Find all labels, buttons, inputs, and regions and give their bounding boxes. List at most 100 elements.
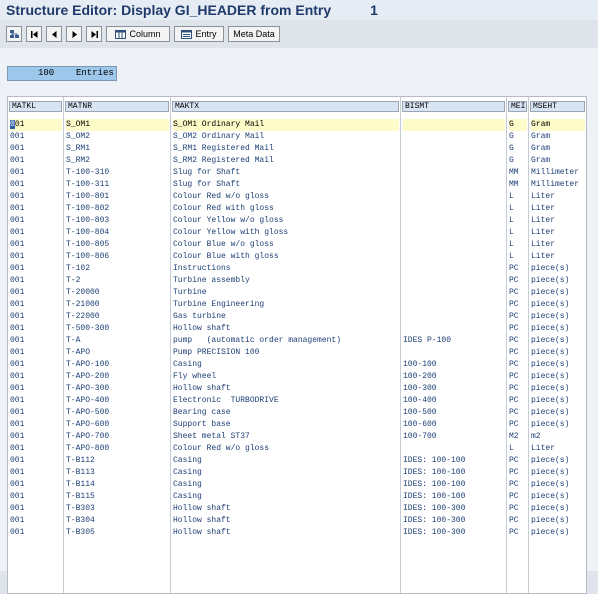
- cell-mei[interactable]: PC: [509, 467, 527, 479]
- cell-mseht[interactable]: Millimeter: [531, 179, 585, 191]
- cell-matnr[interactable]: T-APO-300: [66, 383, 169, 395]
- cell-matnr[interactable]: T-500-300: [66, 323, 169, 335]
- cell-mei[interactable]: PC: [509, 263, 527, 275]
- cell-mei[interactable]: PC: [509, 335, 527, 347]
- cell-maktx[interactable]: Colour Red w/o gloss: [173, 443, 399, 455]
- cell-matkl[interactable]: 001: [10, 119, 62, 131]
- cell-mei[interactable]: L: [509, 215, 527, 227]
- cell-bismt[interactable]: [403, 443, 505, 455]
- cell-mseht[interactable]: piece(s): [531, 287, 585, 299]
- cell-maktx[interactable]: Gas turbine: [173, 311, 399, 323]
- previous-entry-button[interactable]: [46, 26, 62, 42]
- cell-matkl[interactable]: 001: [10, 275, 62, 287]
- cell-bismt[interactable]: [403, 347, 505, 359]
- entry-button[interactable]: Entry: [174, 26, 224, 42]
- cell-matnr[interactable]: T-APO-700: [66, 431, 169, 443]
- cell-matkl[interactable]: 001: [10, 335, 62, 347]
- cell-matnr[interactable]: T-22000: [66, 311, 169, 323]
- cell-mei[interactable]: PC: [509, 371, 527, 383]
- table-row[interactable]: 001 T-APO-800 Colour Red w/o gloss L Liter: [8, 443, 586, 455]
- cell-mei[interactable]: PC: [509, 395, 527, 407]
- cell-maktx[interactable]: S_OM1 Ordinary Mail: [173, 119, 399, 131]
- cell-mseht[interactable]: piece(s): [531, 455, 585, 467]
- cell-bismt[interactable]: IDES P-100: [403, 335, 505, 347]
- cell-bismt[interactable]: [403, 275, 505, 287]
- cell-bismt[interactable]: [403, 179, 505, 191]
- cell-mseht[interactable]: piece(s): [531, 491, 585, 503]
- cell-maktx[interactable]: Colour Blue with gloss: [173, 251, 399, 263]
- column-header-matkl[interactable]: MATKL: [9, 101, 62, 112]
- table-row[interactable]: 001 S_OM2 S_OM2 Ordinary Mail G Gram: [8, 131, 586, 143]
- cell-maktx[interactable]: Sheet metal ST37: [173, 431, 399, 443]
- cell-mei[interactable]: L: [509, 191, 527, 203]
- cell-matkl[interactable]: 001: [10, 215, 62, 227]
- table-row[interactable]: 001 T-500-300 Hollow shaft PC piece(s): [8, 323, 586, 335]
- cell-bismt[interactable]: 100-300: [403, 383, 505, 395]
- cell-matnr[interactable]: T-2: [66, 275, 169, 287]
- cell-maktx[interactable]: Colour Yellow w/o gloss: [173, 215, 399, 227]
- table-row[interactable]: 001 T-100-801 Colour Red w/o gloss L Liter: [8, 191, 586, 203]
- cell-maktx[interactable]: S_RM1 Registered Mail: [173, 143, 399, 155]
- cell-mseht[interactable]: Gram: [531, 155, 585, 167]
- table-row[interactable]: 001 T-20000 Turbine PC piece(s): [8, 287, 586, 299]
- table-row[interactable]: 001 T-100-806 Colour Blue with gloss L Liter: [8, 251, 586, 263]
- cell-maktx[interactable]: Hollow shaft: [173, 323, 399, 335]
- cell-matnr[interactable]: T-100-311: [66, 179, 169, 191]
- cell-maktx[interactable]: Hollow shaft: [173, 527, 399, 539]
- cell-maktx[interactable]: Slug for Shaft: [173, 167, 399, 179]
- cell-maktx[interactable]: Turbine: [173, 287, 399, 299]
- cell-matkl[interactable]: 001: [10, 227, 62, 239]
- cell-matkl[interactable]: 001: [10, 431, 62, 443]
- cell-matnr[interactable]: S_OM2: [66, 131, 169, 143]
- cell-bismt[interactable]: IDES: 100-100: [403, 455, 505, 467]
- table-row[interactable]: 001 T-APO-200 Fly wheel 100-200 PC piece(s): [8, 371, 586, 383]
- column-header-mei[interactable]: MEI: [508, 101, 527, 112]
- cell-mei[interactable]: G: [509, 119, 527, 131]
- cell-mei[interactable]: PC: [509, 383, 527, 395]
- cell-matkl[interactable]: 001: [10, 515, 62, 527]
- cell-maktx[interactable]: Bearing case: [173, 407, 399, 419]
- cell-mei[interactable]: MM: [509, 167, 527, 179]
- cell-bismt[interactable]: IDES: 100-100: [403, 491, 505, 503]
- cell-bismt[interactable]: [403, 227, 505, 239]
- cell-mseht[interactable]: piece(s): [531, 359, 585, 371]
- cell-matkl[interactable]: 001: [10, 395, 62, 407]
- cell-mei[interactable]: PC: [509, 359, 527, 371]
- table-row[interactable]: 001 T-APO-500 Bearing case 100-500 PC piece(s…: [8, 407, 586, 419]
- cell-maktx[interactable]: S_RM2 Registered Mail: [173, 155, 399, 167]
- cell-matnr[interactable]: T-B305: [66, 527, 169, 539]
- cell-matnr[interactable]: T-APO-800: [66, 443, 169, 455]
- cell-mei[interactable]: L: [509, 239, 527, 251]
- table-row[interactable]: 001 T-100-310 Slug for Shaft MM Millimeter: [8, 167, 586, 179]
- cell-maktx[interactable]: Colour Red with gloss: [173, 203, 399, 215]
- cell-mei[interactable]: PC: [509, 287, 527, 299]
- cell-mseht[interactable]: piece(s): [531, 275, 585, 287]
- cell-matkl[interactable]: 001: [10, 263, 62, 275]
- cell-matnr[interactable]: S_RM2: [66, 155, 169, 167]
- cell-matnr[interactable]: T-APO-100: [66, 359, 169, 371]
- cell-matkl[interactable]: 001: [10, 167, 62, 179]
- table-row[interactable]: 001 T-B304 Hollow shaft IDES: 100-300 PC piec…: [8, 515, 586, 527]
- cell-bismt[interactable]: 100-700: [403, 431, 505, 443]
- cell-mei[interactable]: L: [509, 227, 527, 239]
- cell-bismt[interactable]: [403, 215, 505, 227]
- cell-bismt[interactable]: [403, 191, 505, 203]
- cell-mei[interactable]: PC: [509, 275, 527, 287]
- cell-maktx[interactable]: Colour Yellow with gloss: [173, 227, 399, 239]
- cell-matnr[interactable]: T-20000: [66, 287, 169, 299]
- meta-data-button[interactable]: Meta Data: [228, 26, 280, 42]
- cell-maktx[interactable]: Casing: [173, 455, 399, 467]
- cell-mseht[interactable]: piece(s): [531, 407, 585, 419]
- cell-matkl[interactable]: 001: [10, 287, 62, 299]
- cell-mseht[interactable]: Gram: [531, 131, 585, 143]
- table-row[interactable]: 001 T-100-803 Colour Yellow w/o gloss L Lite…: [8, 215, 586, 227]
- cell-matnr[interactable]: T-APO-200: [66, 371, 169, 383]
- structure-button[interactable]: [6, 26, 22, 42]
- cell-bismt[interactable]: [403, 143, 505, 155]
- cell-bismt[interactable]: [403, 287, 505, 299]
- cell-mei[interactable]: PC: [509, 323, 527, 335]
- cell-matkl[interactable]: 001: [10, 467, 62, 479]
- table-row[interactable]: 001 T-B113 Casing IDES: 100-100 PC piece(s): [8, 467, 586, 479]
- cell-matkl[interactable]: 001: [10, 299, 62, 311]
- cell-matkl[interactable]: 001: [10, 251, 62, 263]
